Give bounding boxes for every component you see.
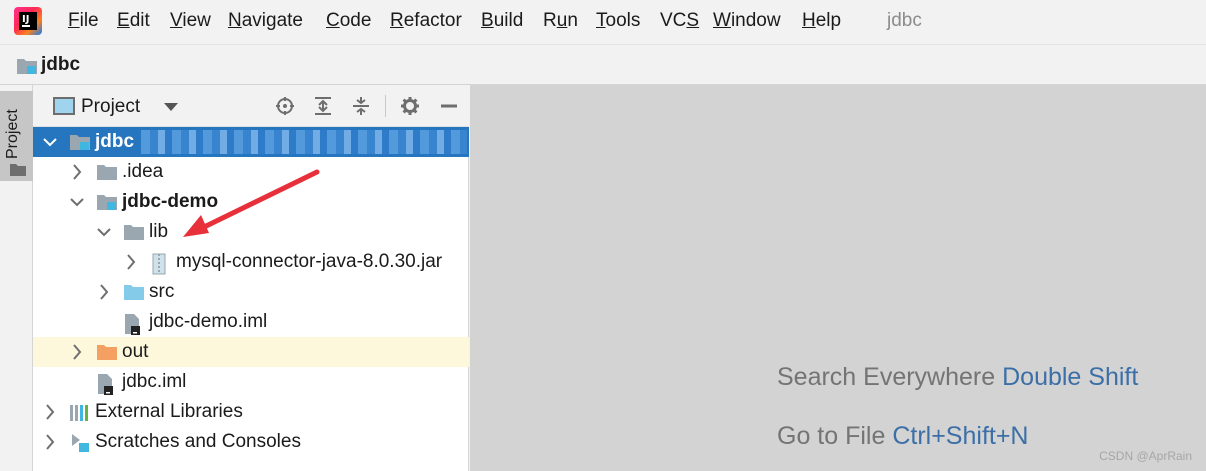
chevron-right-icon[interactable] bbox=[70, 162, 84, 182]
libraries-icon bbox=[69, 403, 91, 429]
tree-item[interactable]: src bbox=[33, 277, 469, 307]
tree-item[interactable]: jdbc-demo.iml bbox=[33, 307, 469, 337]
tree-item[interactable]: jdbc.iml bbox=[33, 367, 469, 397]
project-panel-header: Project bbox=[33, 85, 469, 127]
left-tool-strip: Project bbox=[0, 85, 33, 471]
tree-item[interactable]: jdbc-demo bbox=[33, 187, 469, 217]
chevron-right-icon[interactable] bbox=[97, 282, 111, 302]
divider bbox=[385, 95, 386, 117]
chevron-right-icon[interactable] bbox=[43, 432, 57, 452]
editor-area[interactable]: Search Everywhere Double Shift Go to Fil… bbox=[470, 85, 1206, 471]
folder-icon[interactable] bbox=[10, 163, 26, 176]
menu-window[interactable]: Window bbox=[713, 10, 781, 32]
tree-item[interactable]: .idea bbox=[33, 157, 469, 187]
chevron-right-icon[interactable] bbox=[124, 252, 138, 272]
hint-text: Go to File bbox=[777, 422, 886, 450]
tree-item-label: jdbc bbox=[95, 131, 135, 152]
intellij-logo-icon[interactable]: IJ bbox=[14, 7, 42, 35]
chevron-down-icon[interactable] bbox=[164, 103, 178, 111]
menu-vcs[interactable]: VCS bbox=[660, 10, 699, 32]
module-folder-icon bbox=[69, 133, 91, 157]
tree-item-label: src bbox=[149, 281, 175, 302]
tree-item-label: Scratches and Consoles bbox=[95, 431, 301, 452]
tree-item-label: jdbc.iml bbox=[122, 371, 187, 392]
menu-view[interactable]: View bbox=[170, 10, 211, 32]
tree-item-label: mysql-connector-java-8.0.30.jar bbox=[176, 251, 443, 272]
menu-file[interactable]: File bbox=[68, 10, 99, 32]
chevron-right-icon[interactable] bbox=[43, 402, 57, 422]
menu-navigate[interactable]: Navigate bbox=[228, 10, 303, 32]
tree-item[interactable]: External Libraries bbox=[33, 397, 469, 427]
menu-run[interactable]: Run bbox=[543, 10, 578, 32]
tree-item-label: jdbc-demo.iml bbox=[149, 311, 268, 332]
breadcrumb-project[interactable]: jdbc bbox=[41, 54, 80, 76]
tree-item[interactable]: jdbc bbox=[33, 127, 469, 157]
tree-item-label: lib bbox=[149, 221, 169, 242]
gear-icon[interactable] bbox=[400, 96, 420, 116]
locate-icon[interactable] bbox=[275, 96, 295, 116]
tree-item-label: External Libraries bbox=[95, 401, 243, 422]
folder-icon bbox=[96, 163, 118, 187]
tree-item-label: out bbox=[122, 341, 149, 362]
search-everywhere-hint: Search Everywhere Double Shift bbox=[777, 363, 1138, 392]
tree-item[interactable]: mysql-connector-java-8.0.30.jar bbox=[33, 247, 469, 277]
scratches-icon bbox=[69, 433, 91, 459]
menu-code[interactable]: Code bbox=[326, 10, 371, 32]
tree-item-label: jdbc-demo bbox=[122, 191, 219, 212]
chevron-down-icon[interactable] bbox=[70, 192, 84, 212]
collapse-all-icon[interactable] bbox=[351, 96, 371, 116]
hint-shortcut: Ctrl+Shift+N bbox=[892, 422, 1029, 450]
tree-item[interactable]: lib bbox=[33, 217, 469, 247]
navigation-bar: jdbc bbox=[0, 44, 1206, 85]
source-folder-icon bbox=[123, 283, 145, 307]
menu-bar: IJ File Edit View Navigate Code Refactor Build… bbox=[0, 0, 1206, 44]
window-title: jdbc bbox=[887, 10, 922, 31]
project-view-selector[interactable]: Project bbox=[81, 96, 140, 118]
module-folder-icon bbox=[17, 59, 37, 74]
hint-shortcut: Double Shift bbox=[1002, 363, 1139, 391]
module-folder-icon bbox=[96, 193, 118, 217]
menu-edit[interactable]: Edit bbox=[117, 10, 150, 32]
chevron-right-icon[interactable] bbox=[70, 342, 84, 362]
project-panel: Project jdbc .idea jdbc-demo lib mysql-conne… bbox=[33, 85, 469, 471]
tree-item-label: .idea bbox=[122, 161, 164, 182]
menu-build[interactable]: Build bbox=[481, 10, 523, 32]
hint-text: Search Everywhere bbox=[777, 363, 996, 391]
hide-icon[interactable] bbox=[439, 96, 459, 116]
menu-help[interactable]: Help bbox=[802, 10, 841, 32]
redacted-path bbox=[141, 130, 467, 154]
menu-tools[interactable]: Tools bbox=[596, 10, 640, 32]
go-to-file-hint: Go to File Ctrl+Shift+N bbox=[777, 422, 1029, 451]
tree-item[interactable]: Scratches and Consoles bbox=[33, 427, 469, 457]
watermark: CSDN @AprRain bbox=[1099, 449, 1192, 463]
menu-refactor[interactable]: Refactor bbox=[390, 10, 462, 32]
excluded-folder-icon bbox=[96, 343, 118, 367]
folder-icon bbox=[123, 223, 145, 247]
expand-all-icon[interactable] bbox=[313, 96, 333, 116]
project-view-icon bbox=[53, 97, 75, 115]
project-tab-label: Project bbox=[4, 109, 21, 159]
chevron-down-icon[interactable] bbox=[97, 222, 111, 242]
chevron-down-icon[interactable] bbox=[43, 132, 57, 152]
tree-item[interactable]: out bbox=[33, 337, 469, 367]
